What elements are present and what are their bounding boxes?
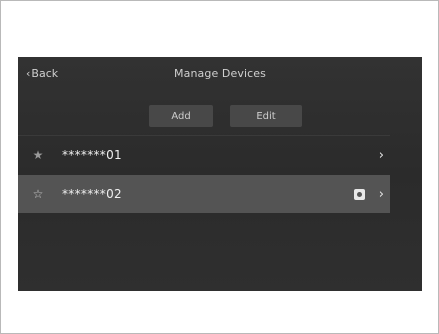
header: ‹ Back Manage Devices [18,57,422,97]
window-frame: ‹ Back Manage Devices Add Edit ★ *******… [0,0,439,334]
chevron-right-icon: › [378,147,384,163]
device-row-2[interactable]: ☆ *******02 › [18,175,390,213]
chevron-right-icon: › [378,186,384,202]
device-name: *******02 [62,187,122,201]
edit-button[interactable]: Edit [230,105,302,127]
star-filled-icon[interactable]: ★ [30,148,46,162]
device-icon [353,188,365,200]
star-outline-icon[interactable]: ☆ [30,187,46,201]
add-button[interactable]: Add [149,105,213,127]
page-title: Manage Devices [174,67,266,80]
device-screen: ‹ Back Manage Devices Add Edit ★ *******… [18,57,422,291]
device-name: *******01 [62,148,122,162]
device-row-1[interactable]: ★ *******01 › [18,135,390,174]
